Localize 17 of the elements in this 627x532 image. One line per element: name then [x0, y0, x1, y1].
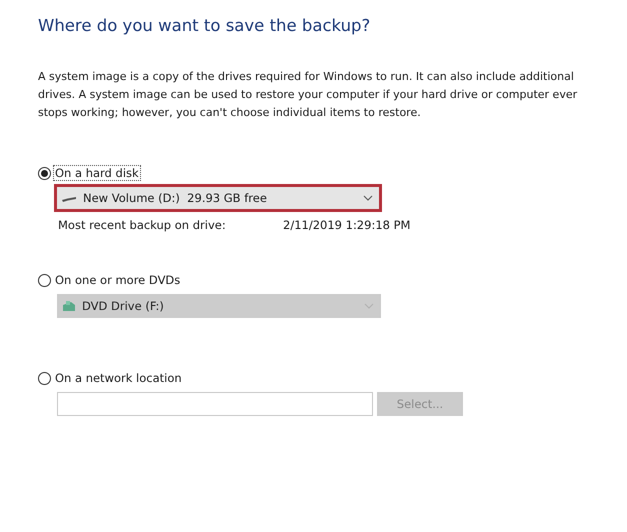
chevron-down-icon: [364, 303, 374, 309]
drive-dropdown[interactable]: New Volume (D:) 29.93 GB free: [54, 184, 382, 212]
dropdown-value: New Volume (D:) 29.93 GB free: [83, 191, 268, 205]
chevron-down-icon: [363, 195, 373, 201]
info-value: 2/11/2019 1:29:18 PM: [283, 218, 410, 232]
dropdown-value: DVD Drive (F:): [82, 299, 165, 313]
radio-label[interactable]: On one or more DVDs: [53, 272, 182, 288]
info-label: Most recent backup on drive:: [58, 218, 227, 232]
network-path-field[interactable]: [57, 392, 373, 416]
page-title: Where do you want to save the backup?: [38, 16, 372, 35]
radio-label[interactable]: On a network location: [53, 370, 184, 386]
radio-button[interactable]: [38, 274, 51, 286]
description: A system image is a copy of the drives required for Windows to run. It can also include additional drives. A system image can be used to restore your computer if your hard drive or computer ever stops working; however, you can't choose individual items to restore.: [38, 69, 578, 121]
radio-label[interactable]: On a hard disk: [53, 165, 141, 181]
radio-button[interactable]: [38, 372, 51, 384]
radio-button[interactable]: [38, 166, 51, 180]
disc-drive-icon: [62, 300, 76, 312]
